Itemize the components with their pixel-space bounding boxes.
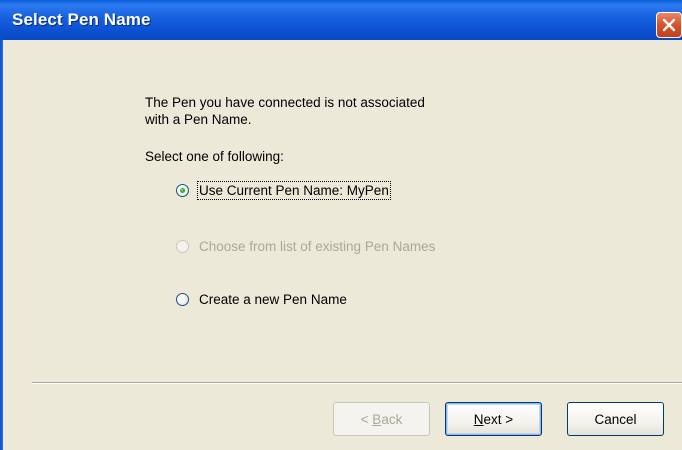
cancel-button-label: Cancel [594,411,637,427]
back-button-prefix: < [360,411,373,427]
option-label-create-new: Create a new Pen Name [199,291,347,307]
next-button-rest: ext > [483,411,514,427]
radio-button-checked[interactable] [176,183,189,197]
back-button: < Back [333,402,430,436]
option-label-choose-from-list: Choose from list of existing Pen Names [199,238,436,254]
option-label-use-current: Use Current Pen Name: MyPen [197,180,391,200]
message-text: The Pen you have connected is not associ… [145,94,505,128]
back-button-rest: ack [381,411,403,427]
next-button[interactable]: Next > [445,402,542,436]
next-button-mnemonic: N [473,411,484,427]
window-title: Select Pen Name [12,10,151,29]
select-pen-name-dialog: Select Pen Name The Pen you have connect… [0,0,682,450]
message-line-1: The Pen you have connected is not associ… [145,95,425,110]
message-line-2: with a Pen Name. [145,112,252,127]
button-separator [32,382,682,384]
window-left-border [0,40,3,450]
close-icon [662,18,676,32]
cancel-button[interactable]: Cancel [567,402,664,436]
option-create-new-pen-name[interactable]: Create a new Pen Name [176,289,347,309]
select-prompt: Select one of following: [145,149,284,164]
radio-button-disabled [176,239,189,253]
title-bar[interactable]: Select Pen Name [0,0,682,40]
back-button-mnemonic: B [372,411,382,427]
option-use-current-pen-name[interactable]: Use Current Pen Name: MyPen [176,180,391,200]
option-choose-from-list: Choose from list of existing Pen Names [176,236,435,256]
radio-button[interactable] [176,292,189,306]
close-button[interactable] [656,12,682,38]
